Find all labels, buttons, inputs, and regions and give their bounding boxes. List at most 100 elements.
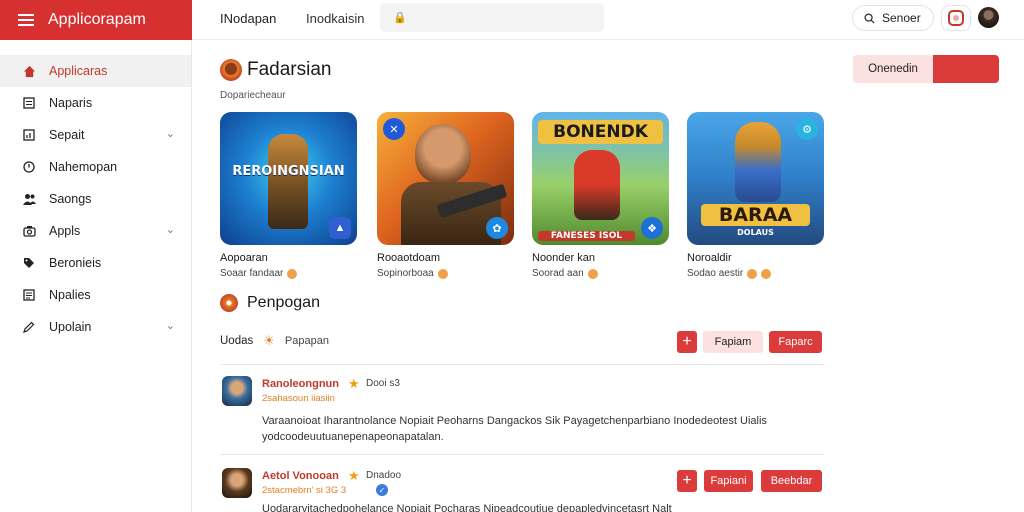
inbox-icon xyxy=(948,10,964,26)
reviewer-name[interactable]: Ranoleongnun xyxy=(262,378,339,390)
review-body: Uodararvitachedpohelance Nopiait Pochara… xyxy=(262,503,672,512)
filter-row: Uodas ☀ Papapan xyxy=(220,333,329,349)
rating-dot-icon xyxy=(287,268,298,279)
sidebar-item-label: Upolain xyxy=(49,320,92,334)
reviewer-name[interactable]: Aetol Vonooan xyxy=(262,470,339,482)
sidebar-item-saongs[interactable]: Saongs xyxy=(0,183,191,215)
tag-icon xyxy=(22,256,36,270)
sidebar-item-nahemopan[interactable]: Nahemopan xyxy=(0,151,191,183)
sidebar-item-label: Beronieis xyxy=(49,256,102,270)
app-thumbnail[interactable]: BONENDK FANESES ISOL ❖ xyxy=(532,112,669,245)
sidebar-item-appls[interactable]: Appls ⌄ xyxy=(0,215,191,247)
sidebar-item-applicaras[interactable]: Applicaras xyxy=(0,55,191,87)
rating-dot-icon xyxy=(587,268,598,279)
primary-action-button[interactable] xyxy=(933,55,999,83)
app-card[interactable]: BARAA DOLAUS ⚙ Noroaldir Sodao aestir xyxy=(687,112,824,279)
chevron-down-icon[interactable]: ⌄ xyxy=(166,319,175,332)
sidebar-item-npalies[interactable]: Npalies xyxy=(0,279,191,311)
pen-icon xyxy=(22,320,36,334)
game-badge-icon: ✿ xyxy=(486,217,508,239)
action-button-primary[interactable]: Beebdar xyxy=(761,470,822,492)
action-button[interactable]: Fapiam xyxy=(703,331,763,353)
hamburger-menu-icon[interactable] xyxy=(18,14,34,26)
verified-icon: ✓ xyxy=(376,484,388,496)
sidebar: Applicaras Naparis Sepait ⌄ Nahemopan Sa… xyxy=(0,40,192,512)
review-meta: 2sahasoun iiasiin xyxy=(262,393,335,404)
app-window: Applicorapam INodapan Inodkaisin 🔒 Senoe… xyxy=(0,0,1024,512)
section-badge-icon xyxy=(220,59,242,81)
sidebar-item-label: Appls xyxy=(49,224,81,238)
document-icon xyxy=(22,96,36,110)
rating-dot-icon xyxy=(437,268,448,279)
app-thumbnail[interactable]: BARAA DOLAUS ⚙ xyxy=(687,112,824,245)
sidebar-item-upolain[interactable]: Upolain ⌄ xyxy=(0,311,191,343)
divider xyxy=(220,364,824,365)
chevron-down-icon[interactable]: ⌄ xyxy=(166,223,175,236)
page-subtitle: Dopariecheaur xyxy=(220,90,286,101)
search-input[interactable] xyxy=(414,8,594,26)
search-box[interactable]: 🔒 xyxy=(380,3,604,32)
header-subtitle[interactable]: Inodkaisin xyxy=(306,11,365,26)
reviewer-avatar[interactable] xyxy=(222,468,252,498)
inbox-button[interactable] xyxy=(941,5,971,31)
app-card[interactable]: ✕ ✿ Rooaotdoam Sopinorboaa xyxy=(377,112,514,279)
app-meta: Soorad aan xyxy=(532,268,584,279)
app-name: Noroaldir xyxy=(687,252,732,264)
search-button-label: Senoer xyxy=(882,11,921,25)
divider xyxy=(220,454,824,455)
sidebar-item-label: Nahemopan xyxy=(49,160,118,174)
app-card[interactable]: BONENDK FANESES ISOL ❖ Noonder kan Soora… xyxy=(532,112,669,279)
filter-value[interactable]: Papapan xyxy=(285,335,329,347)
app-meta: Sopinorboaa xyxy=(377,268,434,279)
header-title[interactable]: INodapan xyxy=(220,11,276,26)
app-meta: Sodao aestir xyxy=(687,268,744,279)
wrench-icon: ⚙ xyxy=(796,118,818,140)
sidebar-item-naparis[interactable]: Naparis xyxy=(0,87,191,119)
chevron-down-icon[interactable]: ⌄ xyxy=(166,127,175,140)
app-art-title: BONENDK xyxy=(538,120,663,144)
section-title: Penpogan xyxy=(247,294,320,311)
sidebar-item-label: Saongs xyxy=(49,192,92,206)
primary-button[interactable]: Onenedin xyxy=(853,55,933,83)
sidebar-item-sepait[interactable]: Sepait ⌄ xyxy=(0,119,191,151)
sidebar-item-label: Sepait xyxy=(49,128,85,142)
clock-icon xyxy=(22,160,36,174)
soldier-face xyxy=(415,124,471,184)
app-thumbnail[interactable]: REROINGNSIAN ▲ xyxy=(220,112,357,245)
search-icon xyxy=(864,12,875,24)
app-art-subtitle: DOLAUS xyxy=(737,228,774,237)
sidebar-item-beronieis[interactable]: Beronieis xyxy=(0,247,191,279)
brand-bar: Applicorapam xyxy=(0,0,192,40)
add-button[interactable]: + xyxy=(677,331,697,353)
app-name: Aopoaran xyxy=(220,252,268,264)
sidebar-item-label: Npalies xyxy=(49,288,91,302)
app-name: Rooaotdoam xyxy=(377,252,440,264)
users-icon xyxy=(22,192,36,206)
review-time: Dooi s3 xyxy=(366,378,400,389)
user-avatar[interactable] xyxy=(978,7,999,28)
sun-icon: ☀ xyxy=(263,333,275,348)
app-card[interactable]: REROINGNSIAN ▲ Aopoaran Soaar fandaar xyxy=(220,112,357,279)
app-art-title: BARAA xyxy=(701,204,810,226)
app-art-subtitle: FANESES ISOL xyxy=(538,231,635,241)
brawler-figure xyxy=(735,122,781,202)
rating-dot-icon xyxy=(747,268,758,279)
app-thumbnail[interactable]: ✕ ✿ xyxy=(377,112,514,245)
star-icon: ★ xyxy=(348,376,360,391)
add-button[interactable]: + xyxy=(677,470,697,492)
search-button[interactable]: Senoer xyxy=(852,5,934,31)
game-badge-icon: ▲ xyxy=(329,217,351,239)
app-meta: Soaar fandaar xyxy=(220,268,284,279)
app-art-title: REROINGNSIAN xyxy=(232,164,345,179)
rating-dot-icon xyxy=(761,268,772,279)
action-button-primary[interactable]: Fapiani xyxy=(704,470,753,492)
section-badge-icon xyxy=(220,294,238,312)
sidebar-item-label: Applicaras xyxy=(49,64,108,78)
action-button-primary[interactable]: Faparc xyxy=(769,331,822,353)
main-content: Fadarsian Dopariecheaur Onenedin REROING… xyxy=(192,40,1024,512)
game-badge-icon: ❖ xyxy=(641,217,663,239)
reviewer-avatar[interactable] xyxy=(222,376,252,406)
app-name: Noonder kan xyxy=(532,252,595,264)
chart-icon xyxy=(22,128,36,142)
review-time: Dnadoo xyxy=(366,470,402,481)
